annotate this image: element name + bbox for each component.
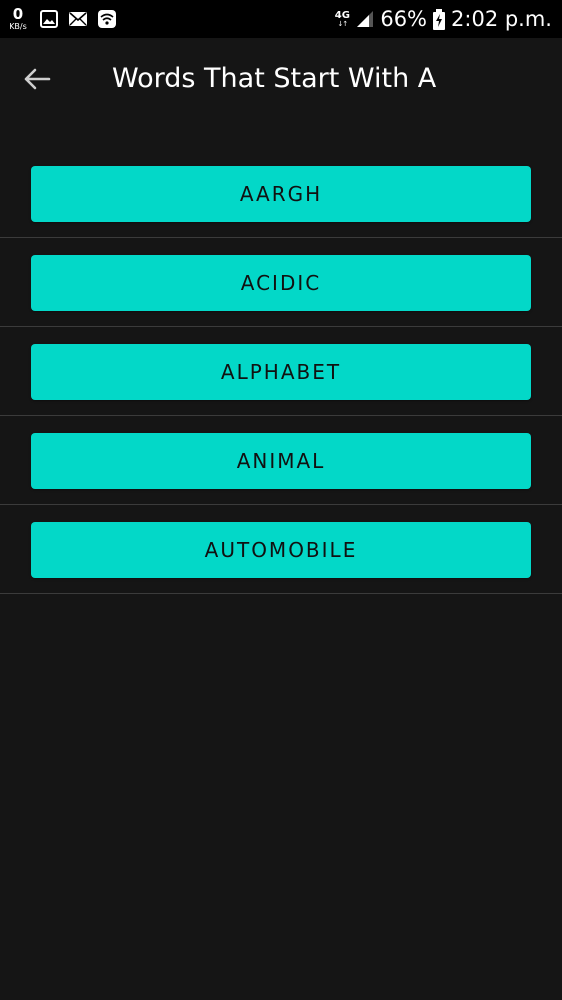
word-button-automobile[interactable]: AUTOMOBILE (31, 522, 531, 578)
word-list: AARGH ACIDIC ALPHABET ANIMAL AUTOMOBILE (0, 149, 562, 594)
word-button-animal[interactable]: ANIMAL (31, 433, 531, 489)
back-button[interactable] (18, 62, 56, 100)
page-title: Words That Start With A (112, 63, 437, 94)
word-button-acidic[interactable]: ACIDIC (31, 255, 531, 311)
network-type-label: 4G (334, 9, 350, 21)
status-bar-right: 4G ↓↑ 66% 2:02 p.m. (334, 0, 552, 38)
gallery-icon (39, 9, 59, 29)
status-bar-left: 0 KB/s (6, 0, 117, 38)
network-type-indicator: 4G ↓↑ (334, 9, 350, 28)
clock: 2:02 p.m. (451, 7, 552, 31)
list-item: AUTOMOBILE (0, 505, 562, 594)
mail-icon (68, 9, 88, 29)
list-item: ALPHABET (0, 327, 562, 416)
list-item: ANIMAL (0, 416, 562, 505)
list-item: ACIDIC (0, 238, 562, 327)
network-activity-arrows: ↓↑ (337, 19, 348, 28)
arrow-back-icon (23, 67, 51, 95)
list-item: AARGH (0, 149, 562, 238)
word-button-alphabet[interactable]: ALPHABET (31, 344, 531, 400)
battery-charging-icon (432, 9, 446, 30)
wifi-icon (97, 9, 117, 29)
data-speed-indicator: 0 KB/s (6, 7, 30, 31)
toolbar: Words That Start With A (0, 38, 562, 126)
word-button-aargh[interactable]: AARGH (31, 166, 531, 222)
battery-percent: 66% (380, 7, 428, 31)
data-speed-value: 0 (12, 5, 24, 23)
status-bar: 0 KB/s 4G ↓↑ 66% 2:02 p.m. (0, 0, 562, 38)
data-speed-unit: KB/s (9, 22, 27, 31)
signal-icon (355, 9, 375, 29)
